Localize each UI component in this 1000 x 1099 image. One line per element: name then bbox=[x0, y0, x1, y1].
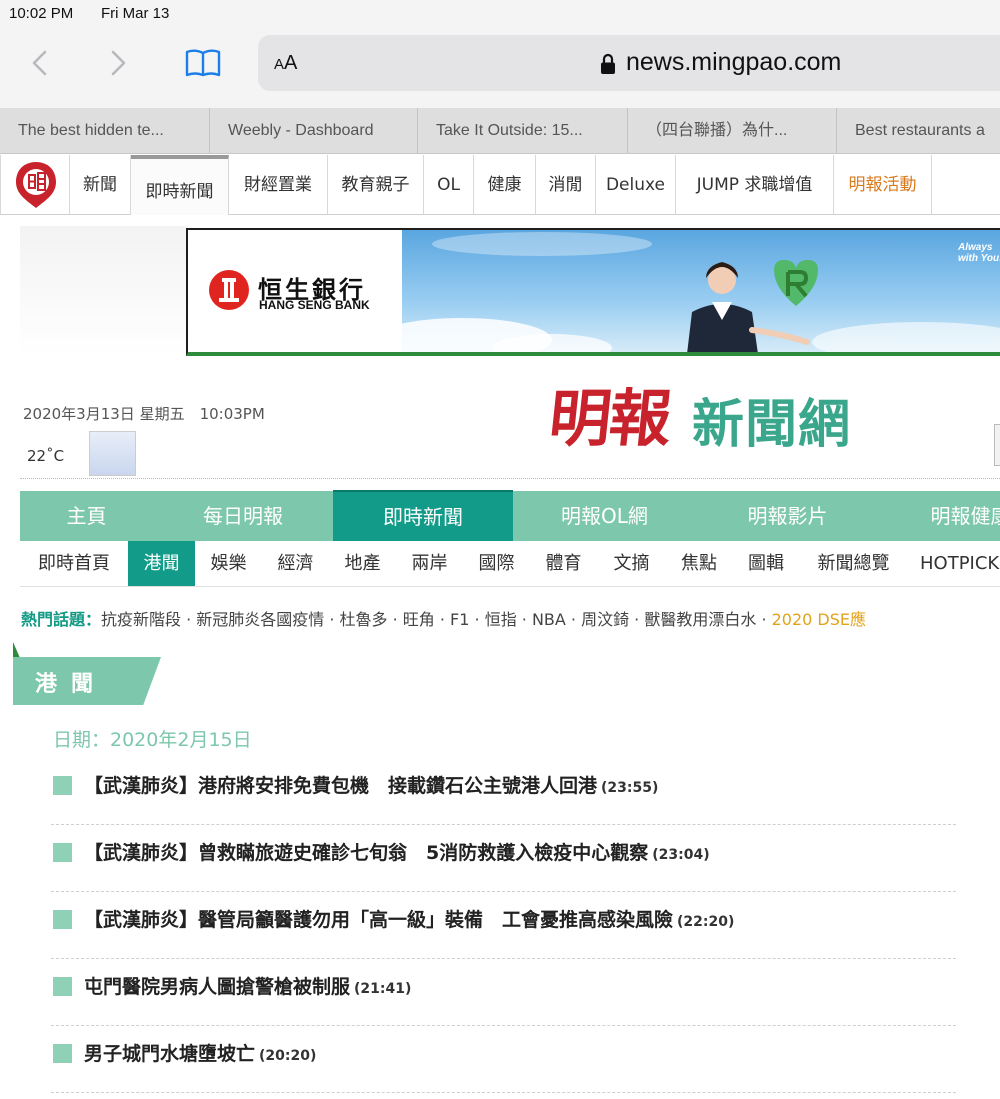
banner-spacer bbox=[20, 226, 188, 356]
back-icon[interactable] bbox=[26, 48, 56, 78]
weather-icon[interactable] bbox=[89, 431, 136, 476]
sub-nav-instant-home[interactable]: 即時首頁 bbox=[20, 541, 128, 586]
main-nav-daily[interactable]: 每日明報 bbox=[153, 491, 333, 541]
main-nav-video[interactable]: 明報影片 bbox=[696, 491, 879, 541]
main-nav: 主頁 每日明報 即時新聞 明報OL網 明報影片 明報健康 bbox=[20, 490, 1000, 541]
sub-nav-cross-strait[interactable]: 兩岸 bbox=[396, 541, 463, 586]
browser-tab[interactable]: （四台聯播）為什... bbox=[628, 108, 837, 153]
hang-seng-ad-banner[interactable]: 恒生銀行 HANG SENG BANK Always with You! bbox=[186, 228, 1000, 356]
mingpao-brand-logo[interactable]: 明報 bbox=[545, 368, 674, 458]
site-nav-ol[interactable]: OL bbox=[424, 155, 474, 215]
ad-sky-image: Always with You! bbox=[402, 230, 1000, 352]
status-date: Fri Mar 13 bbox=[101, 5, 170, 22]
browser-tab[interactable]: The best hidden te... bbox=[0, 108, 210, 153]
section-header: 港聞 bbox=[13, 657, 161, 705]
sub-nav-international[interactable]: 國際 bbox=[463, 541, 530, 586]
news-time: (22:20) bbox=[677, 914, 735, 930]
news-site-brand[interactable]: 新聞網 bbox=[692, 382, 851, 457]
browser-tab[interactable]: Take It Outside: 15... bbox=[418, 108, 628, 153]
site-nav-leisure[interactable]: 消閒 bbox=[536, 155, 596, 215]
sub-nav-entertainment[interactable]: 娛樂 bbox=[195, 541, 262, 586]
mingpao-logo[interactable] bbox=[0, 155, 70, 215]
news-time: (20:20) bbox=[259, 1048, 317, 1064]
news-item[interactable]: 屯門醫院男病人圖搶警槍被制服 (21:41) bbox=[51, 959, 956, 1026]
bullet-icon bbox=[53, 910, 72, 929]
browser-toolbar: AA news.mingpao.com bbox=[0, 30, 1000, 108]
news-headline[interactable]: 【武漢肺炎】曾救瞞旅遊史確診七旬翁 5消防救護入檢疫中心觀察 bbox=[84, 842, 648, 864]
ad-bank-name-en: HANG SENG BANK bbox=[259, 298, 370, 312]
tab-bar: The best hidden te... Weebly - Dashboard… bbox=[0, 108, 1000, 154]
bullet-icon bbox=[53, 843, 72, 862]
news-headline[interactable]: 【武漢肺炎】醫管局籲醫護勿用「高一級」裝備 工會憂推高感染風險 bbox=[84, 909, 673, 931]
address-bar[interactable]: AA news.mingpao.com bbox=[258, 35, 1000, 91]
sub-nav-gallery[interactable]: 圖輯 bbox=[732, 541, 800, 586]
site-nav-jump[interactable]: JUMP 求職增值 bbox=[676, 155, 834, 215]
forward-icon[interactable] bbox=[102, 48, 132, 78]
browser-tab[interactable]: Weebly - Dashboard bbox=[210, 108, 418, 153]
ad-illustration bbox=[402, 232, 1000, 352]
browser-tab[interactable]: Best restaurants a bbox=[837, 108, 1000, 153]
hot-topic-dse[interactable]: 2020 DSE應 bbox=[772, 610, 866, 629]
site-nav-instant-news[interactable]: 即時新聞 bbox=[131, 155, 229, 215]
temperature: 22˚C bbox=[27, 447, 65, 465]
sub-nav: 即時首頁 港聞 娛樂 經濟 地產 兩岸 國際 體育 文摘 焦點 圖輯 新聞總覽 … bbox=[20, 541, 1000, 587]
sub-nav-hotpick[interactable]: HOTPICK bbox=[907, 541, 1000, 586]
news-headline[interactable]: 屯門醫院男病人圖搶警槍被制服 bbox=[84, 976, 350, 998]
search-box-edge[interactable] bbox=[994, 424, 1000, 466]
status-time: 10:02 PM bbox=[9, 5, 74, 22]
news-headline[interactable]: 【武漢肺炎】港府將安排免費包機 接載鑽石公主號港人回港 bbox=[84, 775, 597, 797]
bullet-icon bbox=[53, 977, 72, 996]
section-title: 港聞 bbox=[35, 672, 108, 697]
site-nav-deluxe[interactable]: Deluxe bbox=[596, 155, 676, 215]
text-size-button[interactable]: AA bbox=[274, 52, 297, 75]
site-nav-education[interactable]: 教育親子 bbox=[328, 155, 424, 215]
ad-slogan: Always with You! bbox=[958, 242, 1000, 264]
sub-nav-economy[interactable]: 經濟 bbox=[262, 541, 329, 586]
news-time: (23:04) bbox=[652, 847, 710, 863]
status-bar: 10:02 PM Fri Mar 13 bbox=[0, 0, 1000, 30]
sub-nav-focus[interactable]: 焦點 bbox=[666, 541, 732, 586]
main-nav-instant-news[interactable]: 即時新聞 bbox=[333, 490, 513, 541]
divider bbox=[20, 478, 1000, 479]
hang-seng-logo-icon bbox=[209, 270, 249, 310]
sub-nav-sports[interactable]: 體育 bbox=[530, 541, 597, 586]
url-text: news.mingpao.com bbox=[626, 48, 842, 76]
news-item[interactable]: 【武漢肺炎】港府將安排免費包機 接載鑽石公主號港人回港 (23:55) bbox=[51, 758, 956, 825]
sub-nav-overview[interactable]: 新聞總覽 bbox=[800, 541, 907, 586]
news-item[interactable]: 【武漢肺炎】曾救瞞旅遊史確診七旬翁 5消防救護入檢疫中心觀察 (23:04) bbox=[51, 825, 956, 892]
sub-nav-digest[interactable]: 文摘 bbox=[597, 541, 666, 586]
bookmarks-icon[interactable] bbox=[184, 48, 222, 78]
mingpao-logo-icon bbox=[16, 162, 56, 208]
lock-icon bbox=[601, 53, 615, 74]
hot-topics-label: 熱門話題： bbox=[21, 610, 102, 629]
news-time: (21:41) bbox=[354, 981, 412, 997]
main-nav-home[interactable]: 主頁 bbox=[20, 491, 153, 541]
bullet-icon bbox=[53, 1044, 72, 1063]
news-item[interactable]: 男子城門水塘墮坡亡 (20:20) bbox=[51, 1026, 956, 1093]
news-time: (23:55) bbox=[601, 780, 659, 796]
ad-logo-area: 恒生銀行 HANG SENG BANK bbox=[188, 230, 402, 352]
bullet-icon bbox=[53, 776, 72, 795]
site-nav-health[interactable]: 健康 bbox=[474, 155, 536, 215]
news-date-label: 日期：2020年2月15日 bbox=[53, 729, 252, 751]
hot-topics-links[interactable]: 抗疫新階段 · 新冠肺炎各國疫情 · 杜魯多 · 旺角 · F1 · 恒指 · … bbox=[101, 610, 772, 629]
main-nav-health[interactable]: 明報健康 bbox=[879, 491, 1000, 541]
sub-nav-property[interactable]: 地產 bbox=[329, 541, 396, 586]
site-nav-news[interactable]: 新聞 bbox=[70, 155, 131, 215]
current-date: 2020年3月13日 星期五 10:03PM bbox=[23, 405, 265, 423]
news-headline[interactable]: 男子城門水塘墮坡亡 bbox=[84, 1043, 255, 1065]
main-nav-ol[interactable]: 明報OL網 bbox=[513, 491, 696, 541]
section-marker bbox=[13, 642, 20, 658]
site-nav-finance[interactable]: 財經置業 bbox=[229, 155, 328, 215]
news-item[interactable]: 【武漢肺炎】醫管局籲醫護勿用「高一級」裝備 工會憂推高感染風險 (22:20) bbox=[51, 892, 956, 959]
hot-topics-bar: 熱門話題：抗疫新階段 · 新冠肺炎各國疫情 · 杜魯多 · 旺角 · F1 · … bbox=[21, 606, 1000, 630]
sub-nav-local[interactable]: 港聞 bbox=[128, 541, 195, 586]
site-nav-events[interactable]: 明報活動 bbox=[834, 155, 932, 215]
site-top-nav: 新聞 即時新聞 財經置業 教育親子 OL 健康 消閒 Deluxe JUMP 求… bbox=[0, 155, 1000, 215]
